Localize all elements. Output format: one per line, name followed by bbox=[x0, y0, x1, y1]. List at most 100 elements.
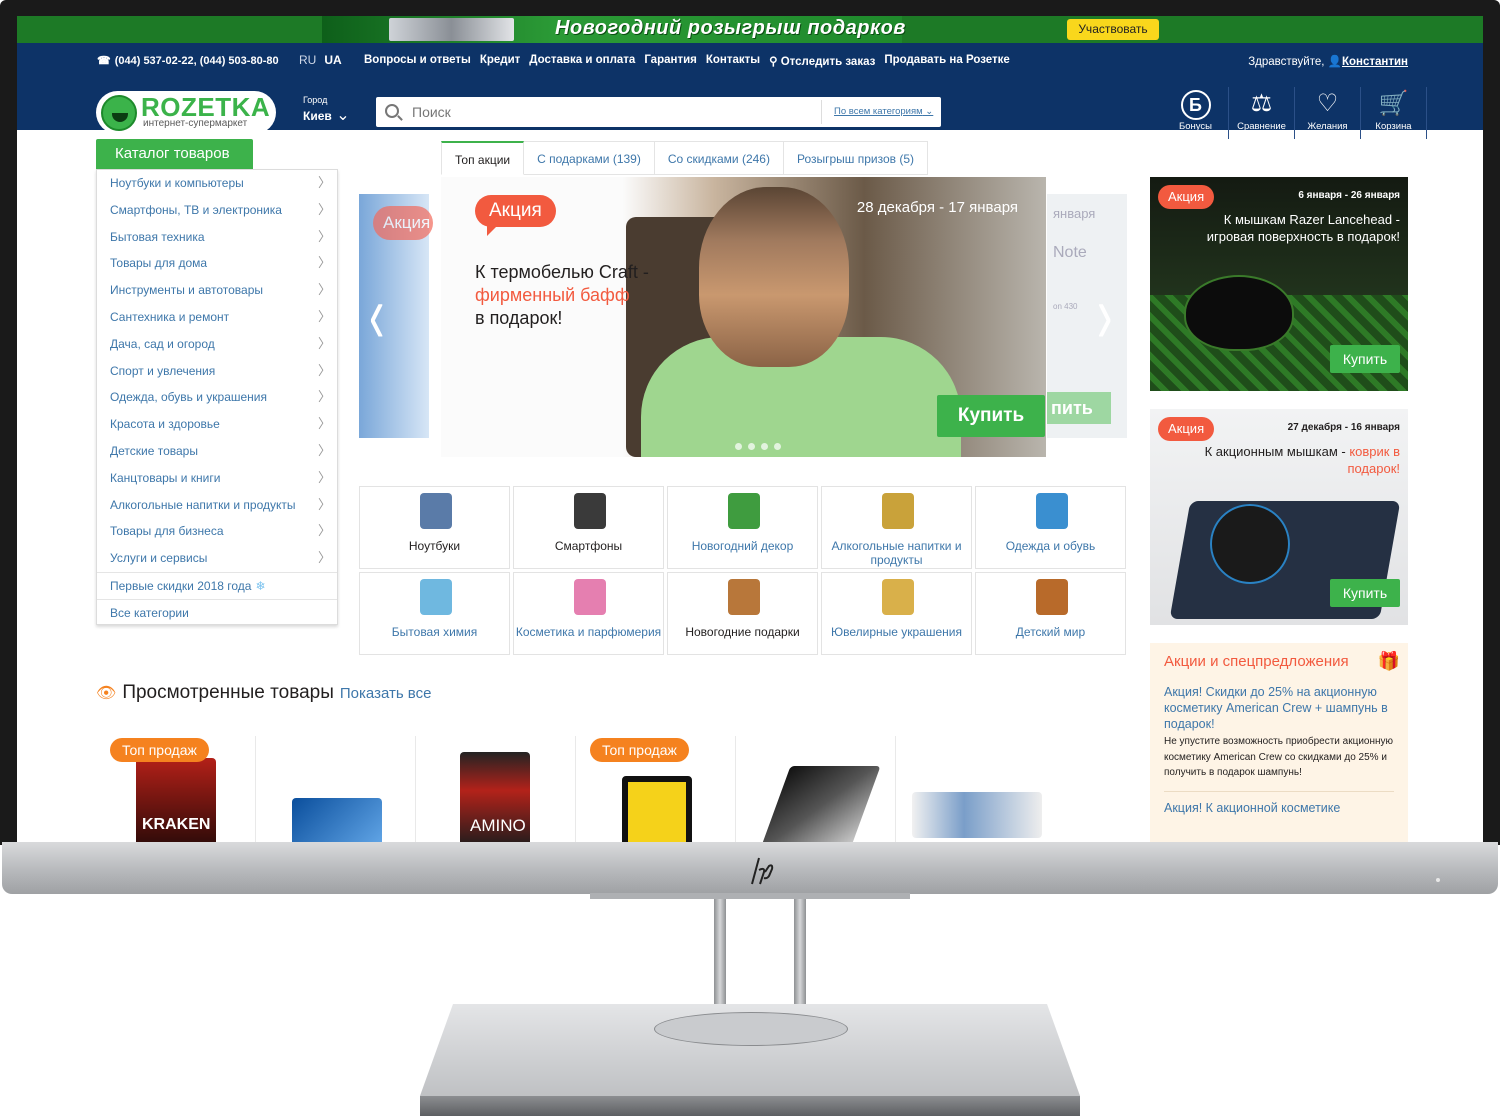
catalog-item[interactable]: Смартфоны, ТВ и электроника 〉 bbox=[97, 197, 337, 224]
catalog-item[interactable]: Дача, сад и огород 〉 bbox=[97, 331, 337, 358]
promo-participate-button[interactable]: Участвовать bbox=[1067, 19, 1159, 40]
category-tile[interactable]: Новогодний декор bbox=[667, 486, 818, 569]
catalog-item[interactable]: Услуги и сервисы 〉 bbox=[97, 545, 337, 572]
catalog-first-discounts-link[interactable]: Первые скидки 2018 года ❄ bbox=[97, 571, 337, 599]
stand-base-ring bbox=[654, 1012, 848, 1046]
search-bar[interactable]: Поиск По всем категориям ⌄ bbox=[376, 97, 941, 127]
slider-dot[interactable] bbox=[748, 443, 755, 450]
category-label: Ювелирные украшения bbox=[830, 625, 962, 639]
catalog-item[interactable]: Товары для бизнеса 〉 bbox=[97, 518, 337, 545]
ad-text-highlight: коврик в подарок! bbox=[1347, 444, 1400, 476]
catalog-item[interactable]: Красота и здоровье 〉 bbox=[97, 411, 337, 438]
promo-ad-razer[interactable]: Акция 6 января - 26 января К мышкам Raze… bbox=[1150, 177, 1408, 391]
phone-text: (044) 537-02-22, (044) 503-80-80 bbox=[114, 55, 279, 67]
nav-contacts[interactable]: Контакты bbox=[706, 54, 760, 68]
ad-text: К акционным мышкам - коврик в подарок! bbox=[1190, 443, 1400, 477]
cart-label: Корзина bbox=[1375, 121, 1412, 132]
nav-faq[interactable]: Вопросы и ответы bbox=[364, 54, 471, 68]
slider-prev-arrow-icon[interactable]: ‹ bbox=[369, 264, 384, 361]
christmas-tree-icon bbox=[728, 493, 760, 529]
category-tile[interactable]: Новогодние подарки bbox=[667, 572, 818, 655]
catalog-item[interactable]: Инструменты и автотовары 〉 bbox=[97, 277, 337, 304]
wishlist-button[interactable]: ♡ Желания bbox=[1295, 87, 1361, 139]
main-slider[interactable]: Акция 28 декабря - 17 января К термобель… bbox=[441, 177, 1046, 457]
category-tile[interactable]: Косметика и парфюмерия bbox=[513, 572, 664, 655]
nav-track-order[interactable]: ⚲ Отследить заказ bbox=[769, 54, 875, 68]
slider-dot[interactable] bbox=[735, 443, 742, 450]
slider-dot[interactable] bbox=[774, 443, 781, 450]
chevron-right-icon: 〉 bbox=[317, 228, 331, 244]
nav-delivery[interactable]: Доставка и оплата bbox=[529, 54, 635, 68]
category-tile[interactable]: Смартфоны bbox=[513, 486, 664, 569]
catalog-item[interactable]: Детские товары 〉 bbox=[97, 438, 337, 465]
cart-button[interactable]: 🛒 Корзина bbox=[1361, 87, 1427, 139]
category-tile[interactable]: Алкогольные напитки и продукты bbox=[821, 486, 972, 569]
catalog-item[interactable]: Одежда, обувь и украшения 〉 bbox=[97, 384, 337, 411]
lang-ua[interactable]: UA bbox=[324, 53, 341, 67]
chevron-right-icon: 〉 bbox=[317, 442, 331, 458]
teddy-bear-icon bbox=[1036, 579, 1068, 615]
tab-top-promos[interactable]: Топ акции bbox=[441, 141, 525, 175]
promo-banner[interactable]: Новогодний розыгрыш подарков Участвовать bbox=[17, 16, 1483, 43]
catalog-item[interactable]: Ноутбуки и компьютеры 〉 bbox=[97, 170, 337, 197]
category-tile[interactable]: Ноутбуки bbox=[359, 486, 510, 569]
catalog-item[interactable]: Сантехника и ремонт 〉 bbox=[97, 304, 337, 331]
site-logo[interactable]: ROZETKA интернет-супермаркет bbox=[96, 91, 276, 134]
product-card[interactable]: Топ продаж KRAKEN bbox=[96, 736, 256, 842]
cart-icon: 🛒 bbox=[1378, 90, 1409, 117]
category-label: Одежда и обувь bbox=[1005, 539, 1096, 553]
category-tile[interactable]: Одежда и обувь bbox=[975, 486, 1126, 569]
catalog-item[interactable]: Алкогольные напитки и продукты 〉 bbox=[97, 492, 337, 519]
offer-link[interactable]: Акция! К акционной косметике bbox=[1164, 800, 1394, 816]
phone-numbers[interactable]: ☎ (044) 537-02-22, (044) 503-80-80 bbox=[97, 54, 279, 67]
ad-date: 6 января - 26 января bbox=[1298, 190, 1400, 201]
product-image bbox=[292, 798, 382, 842]
category-label: Косметика и парфюмерия bbox=[515, 625, 662, 639]
product-card[interactable]: Топ продаж bbox=[576, 736, 736, 842]
promo-ad-mousepad[interactable]: Акция 27 декабря - 16 января К акционным… bbox=[1150, 409, 1408, 625]
show-all-link[interactable]: Показать все bbox=[340, 685, 432, 702]
category-grid: Ноутбуки Смартфоны Новогодний декор Алко… bbox=[359, 486, 1127, 655]
viewed-title: Просмотренные товары bbox=[122, 682, 334, 703]
catalog-all-categories-link[interactable]: Все категории bbox=[97, 598, 337, 626]
tab-prize-draws[interactable]: Розыгрыш призов (5) bbox=[783, 141, 929, 175]
chevron-right-icon: 〉 bbox=[317, 308, 331, 324]
product-card[interactable] bbox=[736, 736, 896, 842]
user-name-link[interactable]: Константин bbox=[1342, 56, 1408, 68]
city-selector[interactable]: Город Киев ⌄ bbox=[303, 95, 350, 125]
bonuses-button[interactable]: Б Бонусы bbox=[1163, 87, 1229, 139]
nav-credit[interactable]: Кредит bbox=[480, 54, 520, 68]
category-label: Новогодний декор bbox=[691, 539, 794, 553]
category-tile[interactable]: Бытовая химия bbox=[359, 572, 510, 655]
lang-ru[interactable]: RU bbox=[299, 53, 316, 67]
catalog-button[interactable]: Каталог товаров bbox=[96, 139, 253, 169]
slider-dot[interactable] bbox=[761, 443, 768, 450]
search-category-select[interactable]: По всем категориям ⌄ bbox=[821, 100, 941, 124]
offer-link[interactable]: Акция! Скидки до 25% на акционную космет… bbox=[1164, 684, 1394, 732]
category-tile[interactable]: Ювелирные украшения bbox=[821, 572, 972, 655]
product-card[interactable] bbox=[256, 736, 416, 842]
search-input[interactable]: Поиск bbox=[412, 104, 451, 120]
catalog-item-label: Ноутбуки и компьютеры bbox=[110, 176, 244, 190]
catalog-item[interactable]: Канцтовары и книги 〉 bbox=[97, 465, 337, 492]
product-card[interactable]: AMINO bbox=[416, 736, 576, 842]
eye-icon: 👁 bbox=[96, 685, 117, 702]
slide-text-line1: К термобелью Craft - bbox=[475, 262, 649, 282]
ad-buy-button[interactable]: Купить bbox=[1330, 345, 1400, 373]
nav-sell[interactable]: Продавать на Розетке bbox=[884, 54, 1009, 68]
catalog-item[interactable]: Товары для дома 〉 bbox=[97, 250, 337, 277]
slide-buy-button[interactable]: Купить bbox=[937, 395, 1045, 437]
tab-with-gifts[interactable]: С подарками (139) bbox=[524, 141, 655, 175]
heart-icon: ♡ bbox=[1316, 90, 1339, 117]
ad-buy-button[interactable]: Купить bbox=[1330, 579, 1400, 607]
catalog-item[interactable]: Спорт и увлечения 〉 bbox=[97, 358, 337, 385]
tab-with-discounts[interactable]: Со скидками (246) bbox=[654, 141, 784, 175]
catalog-item[interactable]: Бытовая техника 〉 bbox=[97, 224, 337, 251]
product-card[interactable] bbox=[896, 736, 1056, 842]
slider-next-arrow-icon[interactable]: › bbox=[1097, 264, 1112, 361]
compare-button[interactable]: ⚖ Сравнение bbox=[1229, 87, 1295, 139]
category-label: Смартфоны bbox=[554, 539, 623, 553]
category-tile[interactable]: Детский мир bbox=[975, 572, 1126, 655]
nav-warranty[interactable]: Гарантия bbox=[644, 54, 697, 68]
viewed-products: Топ продаж KRAKEN AMINO Топ продаж bbox=[96, 736, 1056, 842]
